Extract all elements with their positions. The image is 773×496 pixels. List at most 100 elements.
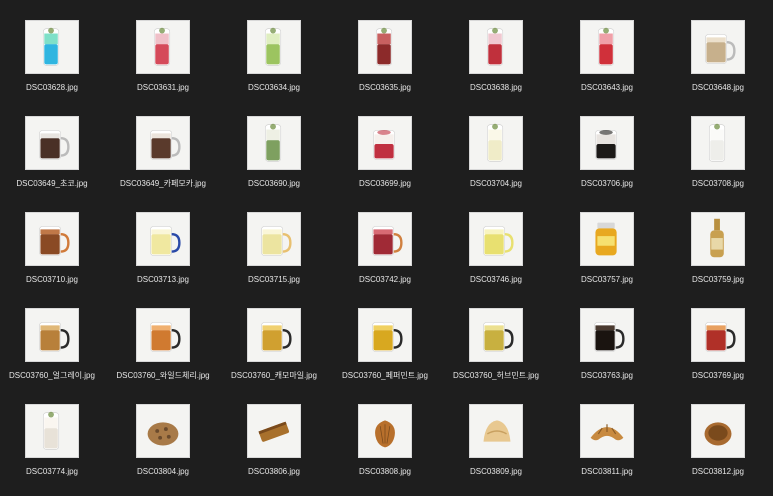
earl-grey-tea-drink-thumbnail[interactable] bbox=[25, 308, 79, 362]
file-item[interactable]: DSC03804.jpg bbox=[111, 404, 215, 496]
americano-drink-thumbnail[interactable] bbox=[580, 308, 634, 362]
file-name[interactable]: DSC03690.jpg bbox=[216, 179, 332, 189]
honey-jar-thumbnail[interactable] bbox=[580, 212, 634, 266]
file-name[interactable]: DSC03631.jpg bbox=[105, 83, 221, 93]
file-name[interactable]: DSC03628.jpg bbox=[0, 83, 110, 93]
choco-drink-thumbnail[interactable] bbox=[25, 116, 79, 170]
file-name[interactable]: DSC03638.jpg bbox=[438, 83, 554, 93]
file-name[interactable]: DSC03649_카페모카.jpg bbox=[105, 179, 221, 189]
file-item[interactable]: DSC03812.jpg bbox=[666, 404, 770, 496]
file-name[interactable]: DSC03774.jpg bbox=[0, 467, 110, 477]
berry-soda-drink-thumbnail[interactable] bbox=[469, 20, 523, 74]
file-item[interactable]: DSC03808.jpg bbox=[333, 404, 437, 496]
file-name[interactable]: DSC03649_초코.jpg bbox=[0, 179, 110, 189]
fruit-tea-drink-thumbnail[interactable] bbox=[691, 308, 745, 362]
blue-soda-drink-thumbnail[interactable] bbox=[25, 20, 79, 74]
file-item[interactable]: DSC03760_허브민트.jpg bbox=[444, 308, 548, 400]
file-name[interactable]: DSC03769.jpg bbox=[660, 371, 773, 381]
file-item[interactable]: DSC03769.jpg bbox=[666, 308, 770, 400]
file-item[interactable]: DSC03742.jpg bbox=[333, 212, 437, 304]
file-name[interactable]: DSC03808.jpg bbox=[327, 467, 443, 477]
vanilla-latte-drink-thumbnail[interactable] bbox=[25, 404, 79, 458]
file-item[interactable]: DSC03690.jpg bbox=[222, 116, 326, 208]
strawberry-latte-drink-thumbnail[interactable] bbox=[358, 116, 412, 170]
file-name[interactable]: DSC03760_페퍼민트.jpg bbox=[327, 371, 443, 381]
file-item[interactable]: DSC03806.jpg bbox=[222, 404, 326, 496]
red-ade-drink-thumbnail[interactable] bbox=[580, 20, 634, 74]
file-name[interactable]: DSC03634.jpg bbox=[216, 83, 332, 93]
file-item[interactable]: DSC03708.jpg bbox=[666, 116, 770, 208]
citron-tea-drink-thumbnail[interactable] bbox=[247, 212, 301, 266]
file-name[interactable]: DSC03763.jpg bbox=[549, 371, 665, 381]
file-name[interactable]: DSC03715.jpg bbox=[216, 275, 332, 285]
file-item[interactable]: DSC03811.jpg bbox=[555, 404, 659, 496]
chamomile-tea-drink-thumbnail[interactable] bbox=[247, 308, 301, 362]
berry-tea-drink-thumbnail[interactable] bbox=[358, 212, 412, 266]
red-tea-drink-thumbnail[interactable] bbox=[358, 20, 412, 74]
banana-milk-drink-thumbnail[interactable] bbox=[469, 116, 523, 170]
file-item[interactable]: DSC03713.jpg bbox=[111, 212, 215, 304]
syrup-bottle-thumbnail[interactable] bbox=[691, 212, 745, 266]
file-name[interactable]: DSC03746.jpg bbox=[438, 275, 554, 285]
cookie-thumbnail[interactable] bbox=[136, 404, 190, 458]
black-tea-drink-thumbnail[interactable] bbox=[25, 212, 79, 266]
file-item[interactable]: DSC03774.jpg bbox=[0, 404, 104, 496]
financier-thumbnail[interactable] bbox=[247, 404, 301, 458]
file-name[interactable]: DSC03806.jpg bbox=[216, 467, 332, 477]
file-name[interactable]: DSC03742.jpg bbox=[327, 275, 443, 285]
file-name[interactable]: DSC03710.jpg bbox=[0, 275, 110, 285]
milk-drink-thumbnail[interactable] bbox=[691, 116, 745, 170]
wild-cherry-tea-drink-thumbnail[interactable] bbox=[136, 308, 190, 362]
file-item[interactable]: DSC03759.jpg bbox=[666, 212, 770, 304]
file-name[interactable]: DSC03708.jpg bbox=[660, 179, 773, 189]
file-item[interactable]: DSC03649_카페모카.jpg bbox=[111, 116, 215, 208]
file-name[interactable]: DSC03759.jpg bbox=[660, 275, 773, 285]
cold-brew-drink-thumbnail[interactable] bbox=[580, 116, 634, 170]
file-name[interactable]: DSC03760_얼그레이.jpg bbox=[0, 371, 110, 381]
file-item[interactable]: DSC03704.jpg bbox=[444, 116, 548, 208]
file-item[interactable]: DSC03643.jpg bbox=[555, 20, 659, 112]
file-item[interactable]: DSC03699.jpg bbox=[333, 116, 437, 208]
file-name[interactable]: DSC03699.jpg bbox=[327, 179, 443, 189]
peppermint-tea-drink-thumbnail[interactable] bbox=[358, 308, 412, 362]
madeleine-thumbnail[interactable] bbox=[358, 404, 412, 458]
file-item[interactable]: DSC03631.jpg bbox=[111, 20, 215, 112]
file-item[interactable]: DSC03763.jpg bbox=[555, 308, 659, 400]
herb-mint-tea-drink-thumbnail[interactable] bbox=[469, 308, 523, 362]
file-item[interactable]: DSC03760_얼그레이.jpg bbox=[0, 308, 104, 400]
file-name[interactable]: DSC03812.jpg bbox=[660, 467, 773, 477]
file-item[interactable]: DSC03715.jpg bbox=[222, 212, 326, 304]
file-item[interactable]: DSC03706.jpg bbox=[555, 116, 659, 208]
file-item[interactable]: DSC03757.jpg bbox=[555, 212, 659, 304]
file-item[interactable]: DSC03760_페퍼민트.jpg bbox=[333, 308, 437, 400]
file-name[interactable]: DSC03760_와일드체리.jpg bbox=[105, 371, 221, 381]
file-name[interactable]: DSC03706.jpg bbox=[549, 179, 665, 189]
milk-tea-drink-thumbnail[interactable] bbox=[691, 20, 745, 74]
scone-thumbnail[interactable] bbox=[469, 404, 523, 458]
file-item[interactable]: DSC03710.jpg bbox=[0, 212, 104, 304]
lemon-tea-drink-thumbnail[interactable] bbox=[136, 212, 190, 266]
file-item[interactable]: DSC03746.jpg bbox=[444, 212, 548, 304]
file-item[interactable]: DSC03649_초코.jpg bbox=[0, 116, 104, 208]
file-name[interactable]: DSC03804.jpg bbox=[105, 467, 221, 477]
file-item[interactable]: DSC03628.jpg bbox=[0, 20, 104, 112]
red-soda-drink-thumbnail[interactable] bbox=[136, 20, 190, 74]
green-soda-drink-thumbnail[interactable] bbox=[247, 20, 301, 74]
file-item[interactable]: DSC03648.jpg bbox=[666, 20, 770, 112]
file-name[interactable]: DSC03760_허브민트.jpg bbox=[438, 371, 554, 381]
file-item[interactable]: DSC03760_캐모마일.jpg bbox=[222, 308, 326, 400]
file-item[interactable]: DSC03809.jpg bbox=[444, 404, 548, 496]
file-name[interactable]: DSC03648.jpg bbox=[660, 83, 773, 93]
file-item[interactable]: DSC03634.jpg bbox=[222, 20, 326, 112]
file-item[interactable]: DSC03760_와일드체리.jpg bbox=[111, 308, 215, 400]
file-name[interactable]: DSC03809.jpg bbox=[438, 467, 554, 477]
croissant-thumbnail[interactable] bbox=[580, 404, 634, 458]
file-item[interactable]: DSC03638.jpg bbox=[444, 20, 548, 112]
yuzu-ade-drink-thumbnail[interactable] bbox=[469, 212, 523, 266]
file-name[interactable]: DSC03713.jpg bbox=[105, 275, 221, 285]
file-name[interactable]: DSC03635.jpg bbox=[327, 83, 443, 93]
file-item[interactable]: DSC03635.jpg bbox=[333, 20, 437, 112]
file-name[interactable]: DSC03704.jpg bbox=[438, 179, 554, 189]
file-name[interactable]: DSC03811.jpg bbox=[549, 467, 665, 477]
tart-thumbnail[interactable] bbox=[691, 404, 745, 458]
